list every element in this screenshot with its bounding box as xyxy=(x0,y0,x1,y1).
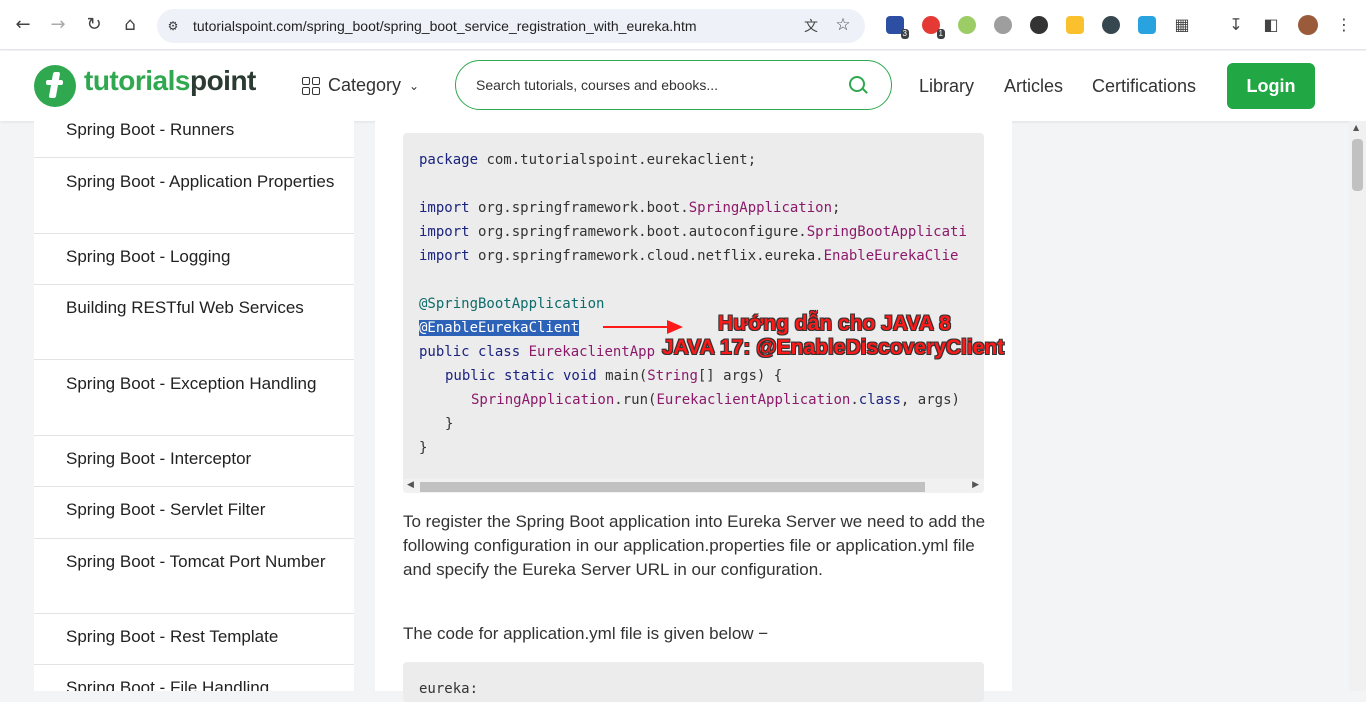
browser-toolbar: ← → ↻ ⌂ ⚙ tutorialspoint.com/spring_boot… xyxy=(0,0,1366,50)
bookmark-star-icon[interactable]: ☆ xyxy=(833,15,853,35)
sidebar-item-file-handling[interactable]: Spring Boot - File Handling xyxy=(34,676,354,691)
sidebar-item-exception-handling[interactable]: Spring Boot - Exception Handling xyxy=(34,372,354,436)
selected-annotation[interactable]: @EnableEurekaClient xyxy=(419,320,580,336)
code-line: @SpringBootApplication xyxy=(419,296,605,312)
nav-library-link[interactable]: Library xyxy=(919,76,974,97)
sidebar-item-tomcat-port-number[interactable]: Spring Boot - Tomcat Port Number xyxy=(34,550,354,614)
scroll-up-icon[interactable]: ▲ xyxy=(1353,123,1359,132)
chevron-down-icon: ⌄ xyxy=(409,78,420,93)
site-header: tutorialspoint Category ⌄ Library Articl… xyxy=(0,51,1366,121)
extensions-puzzle-icon[interactable]: ▦ xyxy=(1172,15,1192,35)
extension-gray-icon[interactable] xyxy=(994,16,1012,34)
code-line: } xyxy=(445,416,454,432)
annotation-java8-note: Hướng dẫn cho JAVA 8 xyxy=(718,312,951,335)
side-panel-icon[interactable]: ◧ xyxy=(1261,15,1281,35)
site-info-icon[interactable]: ⚙ xyxy=(165,18,181,34)
extension-cursor-icon[interactable] xyxy=(1102,16,1120,34)
arrow-head-icon xyxy=(667,320,683,334)
code-line: import org.springframework.boot.SpringAp… xyxy=(419,200,841,216)
sidebar-item-runners[interactable]: Spring Boot - Runners xyxy=(34,121,354,158)
sidebar-item-rest-template[interactable]: Spring Boot - Rest Template xyxy=(34,625,354,665)
paragraph-registration: To register the Spring Boot application … xyxy=(403,512,986,579)
code-line: eureka: xyxy=(419,681,479,697)
sidebar-item-interceptor[interactable]: Spring Boot - Interceptor xyxy=(34,447,354,487)
sidebar-item-servlet-filter[interactable]: Spring Boot - Servlet Filter xyxy=(34,498,354,539)
code-line: package com.tutorialspoint.eurekaclient; xyxy=(419,152,757,168)
reload-icon[interactable]: ↻ xyxy=(83,14,105,36)
extension-window-icon[interactable] xyxy=(1138,16,1156,34)
scroll-right-icon[interactable]: ▶ xyxy=(972,480,979,490)
back-icon[interactable]: ← xyxy=(12,14,34,36)
grid-icon xyxy=(302,76,320,95)
login-button[interactable]: Login xyxy=(1227,63,1315,109)
sidebar-item-logging[interactable]: Spring Boot - Logging xyxy=(34,245,354,285)
code-line: import org.springframework.boot.autoconf… xyxy=(419,224,967,240)
scrollbar-thumb[interactable] xyxy=(420,482,925,492)
category-menu[interactable]: Category ⌄ xyxy=(302,75,419,96)
search-box[interactable] xyxy=(455,60,892,110)
address-bar[interactable]: ⚙ tutorialspoint.com/spring_boot/spring_… xyxy=(157,9,865,43)
page-scrollbar[interactable]: ▲ xyxy=(1349,121,1366,691)
main-content: package com.tutorialspoint.eurekaclient;… xyxy=(375,121,1012,702)
profile-avatar[interactable] xyxy=(1298,15,1318,35)
logo-icon[interactable] xyxy=(34,65,76,107)
logo-text[interactable]: tutorialspoint xyxy=(84,65,256,97)
code-line-selected: @EnableEurekaClient xyxy=(419,320,580,336)
sidebar-item-restful-web-services[interactable]: Building RESTful Web Services xyxy=(34,296,354,360)
forward-icon[interactable]: → xyxy=(47,14,69,36)
code-line: SpringApplication.run(EurekaclientApplic… xyxy=(471,392,960,408)
page-scrollbar-thumb[interactable] xyxy=(1352,139,1363,191)
search-input[interactable] xyxy=(476,73,836,97)
extension-abp-icon[interactable]: 1 xyxy=(922,16,945,39)
search-icon[interactable] xyxy=(849,76,865,92)
code-line: public class EurekaclientApp xyxy=(419,344,656,360)
menu-kebab-icon[interactable]: ⋮ xyxy=(1334,15,1354,35)
code-line: import org.springframework.cloud.netflix… xyxy=(419,248,959,264)
url-text[interactable]: tutorialspoint.com/spring_boot/spring_bo… xyxy=(193,18,697,34)
extension-shield-icon[interactable]: 3 xyxy=(886,16,909,39)
code-line: } xyxy=(419,440,428,456)
sidebar: Spring Boot - Runners Spring Boot - Appl… xyxy=(34,121,354,691)
extension-dark-icon[interactable] xyxy=(1030,16,1048,34)
scroll-left-icon[interactable]: ◀ xyxy=(407,480,414,490)
download-icon[interactable]: ↧ xyxy=(1226,15,1246,35)
annotation-arrow xyxy=(603,326,669,328)
translate-icon[interactable]: 文 xyxy=(801,16,821,36)
extension-yellow-icon[interactable] xyxy=(1066,16,1084,34)
sidebar-item-application-properties[interactable]: Spring Boot - Application Properties xyxy=(34,170,354,234)
extension-green-dot-icon[interactable] xyxy=(958,16,976,34)
category-label: Category xyxy=(328,75,402,95)
code-line: public static void main(String[] args) { xyxy=(445,368,783,384)
horizontal-scrollbar[interactable]: ◀ ▶ xyxy=(403,479,984,493)
paragraph-yml-intro: The code for application.yml file is giv… xyxy=(403,624,769,643)
annotation-java17-note: JAVA 17: @EnableDiscoveryClient xyxy=(662,336,1005,359)
code-block-yml[interactable]: eureka: xyxy=(403,662,984,702)
nav-articles-link[interactable]: Articles xyxy=(1004,76,1063,97)
home-icon[interactable]: ⌂ xyxy=(119,14,141,36)
nav-certifications-link[interactable]: Certifications xyxy=(1092,76,1196,97)
